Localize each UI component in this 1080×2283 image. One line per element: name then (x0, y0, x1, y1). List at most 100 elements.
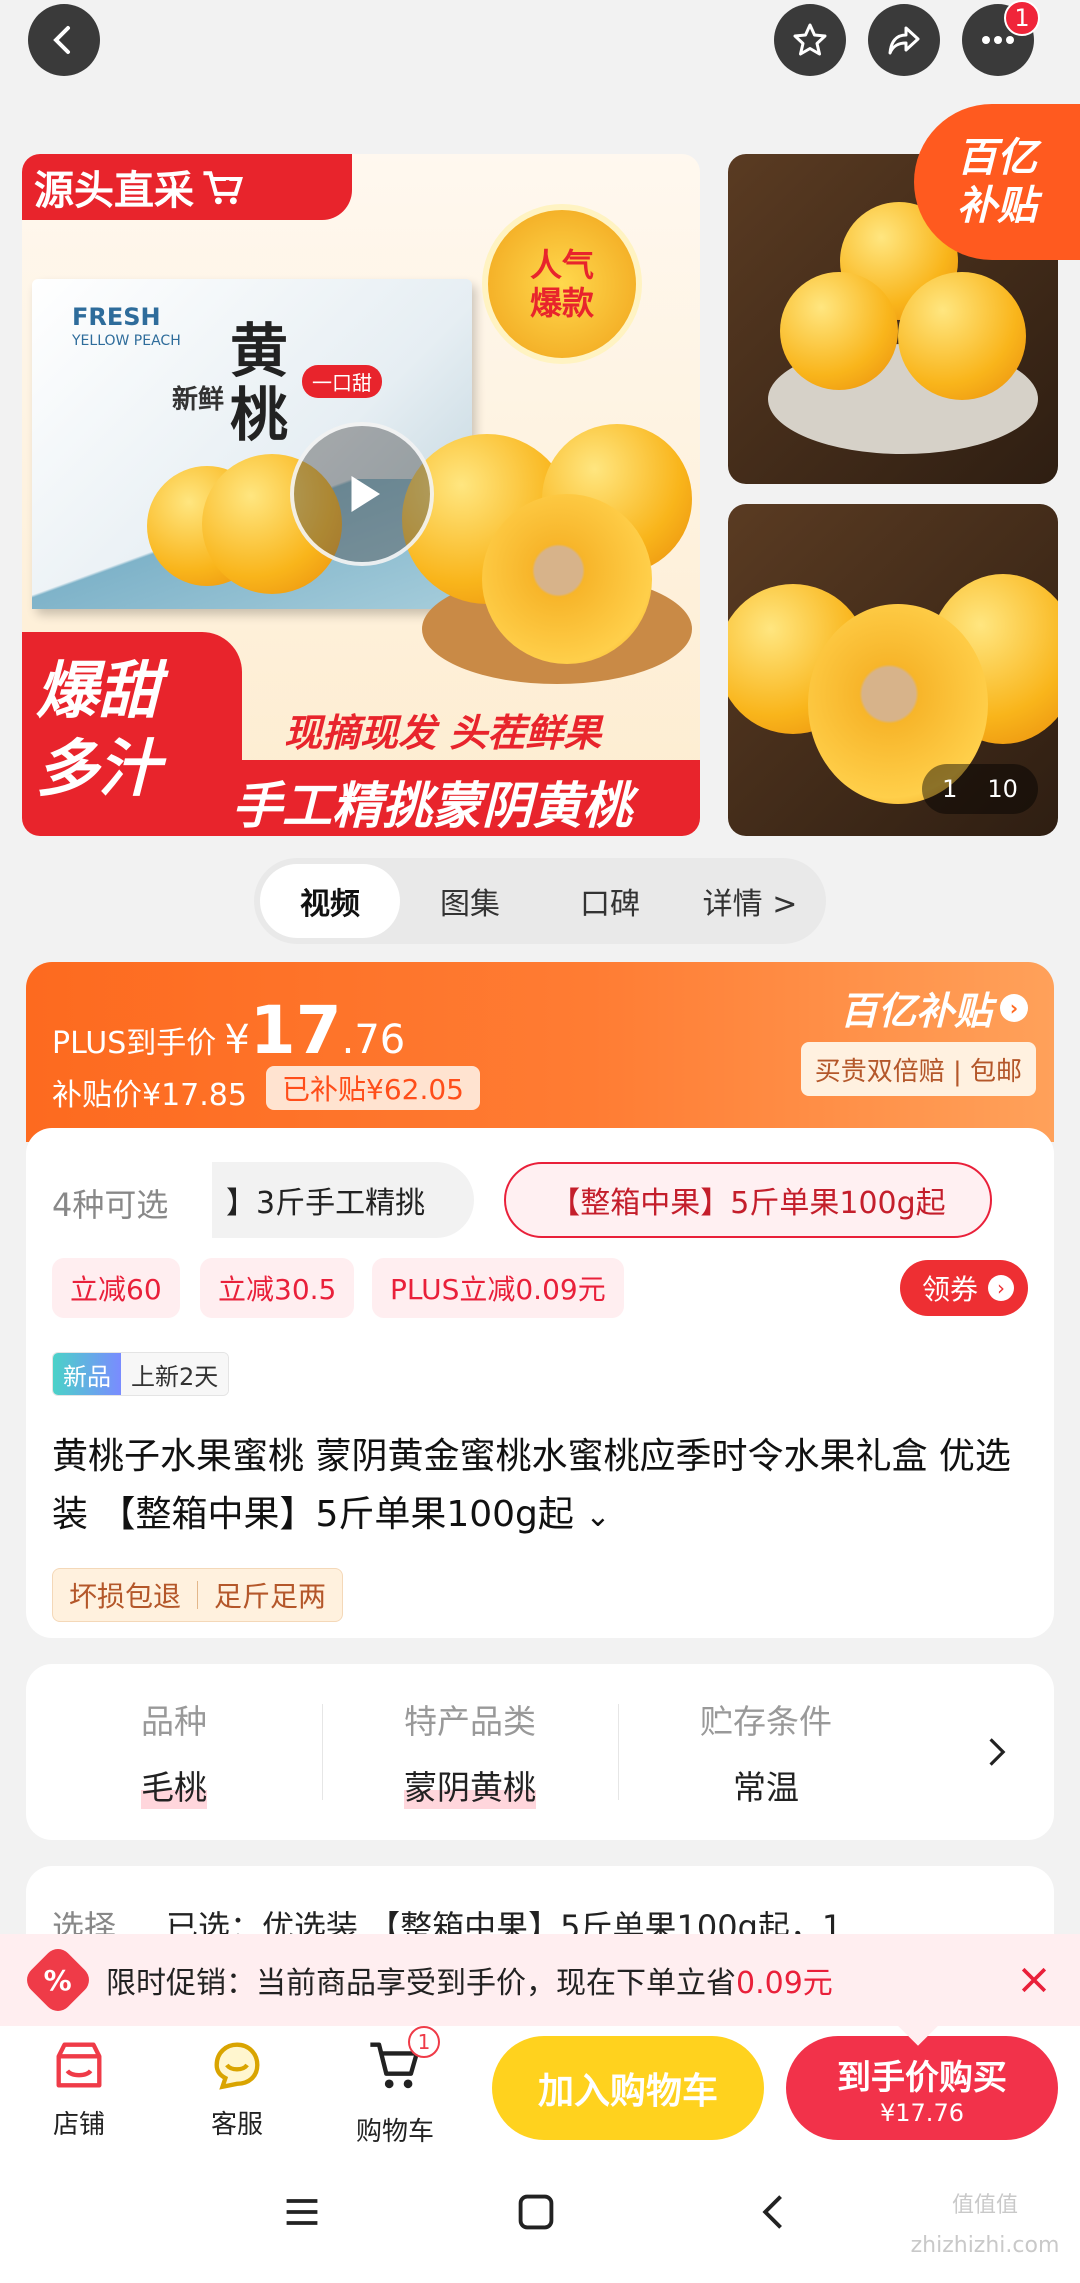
attribute-value: 毛桃 (141, 1761, 207, 1809)
box-title-small: 新鲜 (172, 385, 225, 415)
box-text-fresh: FRESH (72, 303, 161, 331)
chevron-right-icon: › (988, 1275, 1014, 1301)
buy-now-button[interactable]: 到手价购买 ¥17.76 (786, 2036, 1058, 2140)
menu-icon[interactable] (280, 2190, 324, 2234)
back-button[interactable] (28, 4, 100, 76)
attribute-storage: 贮存条件 常温 (618, 1664, 914, 1840)
subsidy-tag-line1: 百亿 (957, 135, 1037, 181)
nav-cart-label: 购物车 (355, 2117, 434, 2147)
attributes-card[interactable]: 品种 毛桃 特产品类 蒙阴黄桃 贮存条件 常温 (26, 1664, 1054, 1840)
price-integer: 17 (249, 992, 342, 1069)
product-title-text: 黄桃子水果蜜桃 蒙阴黄金蜜桃水蜜桃应季时令水果礼盒 优选装 【整箱中果】5斤单果… (52, 1436, 1011, 1535)
system-navigation-bar: 值值值 zhizhizhi.com (0, 2146, 1080, 2283)
new-badge: 新品 上新2天 (52, 1352, 230, 1396)
bottom-action-bar: 店铺 客服 1 购物车 加入购物车 到手价购买 ¥17.76 (0, 2006, 1080, 2148)
coupon-2[interactable]: 立减30.5 (200, 1258, 355, 1318)
share-icon (888, 26, 920, 55)
star-icon (793, 23, 827, 56)
subsidy-tag-line2: 补贴 (957, 183, 1037, 229)
nav-service-label: 客服 (210, 2110, 263, 2140)
program-link[interactable]: 百亿补贴 › (840, 980, 1028, 1035)
counter-total: 10 (987, 775, 1018, 803)
tab-video[interactable]: 视频 (260, 864, 400, 938)
image-counter: 1 10 (922, 764, 1038, 814)
subsidized-amount: 已补贴¥62.05 (266, 1066, 480, 1110)
slogan-2: 手工精挑蒙阴黄桃 (232, 777, 632, 835)
juicy-sweet-badge: 爆甜 多汁 (22, 632, 242, 836)
discount-icon: % (21, 1943, 95, 2017)
price-decimal: .76 (341, 1017, 406, 1063)
tab-reviews[interactable]: 口碑 (540, 864, 680, 938)
close-icon[interactable] (1016, 1962, 1052, 1998)
main-product-image[interactable]: 源头直采 FRESH YELLOW PEACH 新鲜 黄桃 一口甜 人气 爆款 … (22, 154, 700, 836)
tab-details[interactable]: 详情 > (680, 864, 820, 938)
play-video-button[interactable] (290, 422, 434, 566)
program-label: 百亿补贴 (839, 989, 992, 1033)
attribute-label: 品种 (141, 1702, 207, 1741)
coupon-1[interactable]: 立减60 (52, 1258, 180, 1318)
attribute-label: 特产品类 (404, 1702, 536, 1741)
chevron-left-icon (53, 26, 70, 54)
attribute-variety: 品种 毛桃 (26, 1664, 322, 1840)
service-tags: 坏损包退 足斤足两 (52, 1568, 344, 1622)
add-to-cart-button[interactable]: 加入购物车 (492, 2036, 764, 2140)
media-tabs: 视频 图集 口碑 详情 > (254, 858, 826, 944)
attribute-label: 贮存条件 (700, 1702, 832, 1741)
coupon-3[interactable]: PLUS立减0.09元 (372, 1258, 624, 1318)
watermark: 值值值 zhizhizhi.com (910, 2193, 1060, 2258)
more-button[interactable]: 1 (962, 0, 1040, 76)
subsidy-price: 补贴价¥17.85 (52, 1078, 247, 1113)
get-coupon-button[interactable]: 领券 › (899, 1260, 1028, 1316)
nav-cart[interactable]: 1 购物车 (340, 2026, 450, 2148)
plus-price-row: PLUS到手价 ¥ 17 .76 (52, 992, 405, 1069)
nav-customer-service[interactable]: 客服 (182, 2036, 292, 2141)
nav-store[interactable]: 店铺 (24, 2036, 134, 2141)
chevron-down-icon: ⌄ (585, 1499, 611, 1534)
price-banner: PLUS到手价 ¥ 17 .76 补贴价¥17.85 已补贴¥62.05 百亿补… (26, 962, 1054, 1142)
spec-option-1[interactable]: 】3斤手工精挑 (212, 1162, 474, 1238)
play-icon (351, 476, 380, 512)
new-tag: 新品 (53, 1353, 121, 1395)
get-coupon-label: 领券 (921, 1273, 978, 1306)
peach (898, 272, 1026, 400)
seal-line1: 人气 (529, 246, 594, 284)
counter-current: 1 (942, 775, 958, 803)
home-icon[interactable] (514, 2190, 558, 2234)
tab-gallery[interactable]: 图集 (400, 864, 540, 938)
nav-store-label: 店铺 (52, 2110, 105, 2140)
box-title-big: 黄桃 (230, 317, 289, 449)
back-icon[interactable] (752, 2190, 796, 2234)
source-banner: 源头直采 (22, 154, 352, 220)
attribute-value: 蒙阴黄桃 (404, 1761, 536, 1809)
seal-line2: 爆款 (529, 284, 594, 322)
service-tag-2: 足斤足两 (214, 1580, 327, 1613)
spec-option-2[interactable]: 【整箱中果】5斤单果100g起 (504, 1162, 992, 1238)
guarantee-badge: 买贵双倍赔 | 包邮 (800, 1042, 1036, 1096)
currency-symbol: ¥ (224, 1017, 250, 1063)
chevron-right-icon (989, 1738, 1006, 1766)
plus-price-label: PLUS到手价 (52, 1026, 217, 1061)
share-button[interactable] (868, 4, 940, 76)
gallery-thumb-2[interactable]: 1 10 (728, 504, 1058, 836)
promo-text: 限时促销：当前商品享受到手价，现在下单立省 (106, 1966, 736, 2001)
attribute-value: 常温 (733, 1768, 799, 1807)
chat-icon (214, 2042, 260, 2090)
buy-price: ¥17.76 (880, 2098, 964, 2127)
subsidy-corner-tag: 百亿 补贴 (914, 104, 1080, 260)
product-title[interactable]: 黄桃子水果蜜桃 蒙阴黄金蜜桃水蜜桃应季时令水果礼盒 优选装 【整箱中果】5斤单果… (52, 1428, 1032, 1546)
buy-label: 到手价购买 (837, 2057, 1007, 2098)
badge-line1: 爆甜 (36, 654, 161, 727)
promo-amount: 0.09元 (736, 1966, 833, 2001)
spec-count[interactable]: 4种可选 (52, 1180, 168, 1226)
favorite-button[interactable] (774, 4, 846, 76)
notification-badge: 1 (1004, 0, 1040, 36)
badge-line2: 多汁 (36, 732, 161, 805)
service-tag-1: 坏损包退 (69, 1580, 182, 1613)
source-banner-text: 源头直采 (34, 168, 194, 214)
cart-badge: 1 (408, 2026, 440, 2058)
peach-half (482, 494, 652, 664)
cart-plus-icon (203, 171, 243, 205)
store-icon (56, 2042, 102, 2088)
peach (780, 272, 898, 390)
chevron-right-icon: › (1000, 993, 1028, 1022)
